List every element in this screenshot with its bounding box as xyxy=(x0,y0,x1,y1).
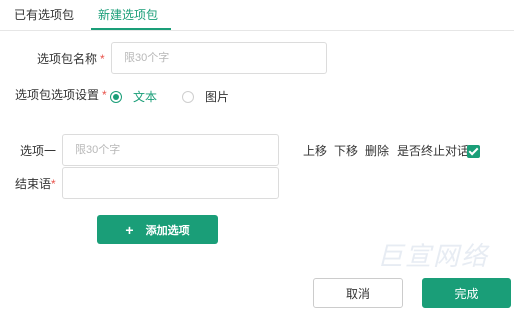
radio-unchecked-icon xyxy=(182,90,194,103)
end-message-input[interactable] xyxy=(62,167,279,199)
end-dialog-checkbox[interactable] xyxy=(467,145,480,158)
option-package-dialog: 已有选项包 新建选项包 选项包名称* 选项包选项设置* 文本 图片 选项一 上移… xyxy=(0,0,514,314)
end-message-label-text: 结束语 xyxy=(15,177,52,191)
package-settings-label: 选项包选项设置 * xyxy=(15,87,107,103)
watermark: 巨宣网络 xyxy=(377,242,490,272)
package-name-label-text: 选项包名称 xyxy=(37,52,98,66)
option-one-input[interactable] xyxy=(62,134,279,166)
cancel-button[interactable]: 取消 xyxy=(313,278,403,308)
add-option-button[interactable]: + 添加选项 xyxy=(97,215,218,244)
package-settings-label-text: 选项包选项设置 xyxy=(15,88,100,102)
move-down-link[interactable]: 下移 xyxy=(334,143,358,159)
end-message-label: 结束语* xyxy=(15,176,56,192)
active-tab-indicator xyxy=(91,28,171,30)
move-up-link[interactable]: 上移 xyxy=(303,143,327,159)
radio-image[interactable]: 图片 xyxy=(182,88,229,105)
radio-text-label: 文本 xyxy=(133,90,158,104)
radio-image-label: 图片 xyxy=(205,90,230,104)
required-mark: * xyxy=(100,52,105,66)
add-option-label: 添加选项 xyxy=(145,224,190,237)
done-button[interactable]: 完成 xyxy=(422,278,511,308)
option-one-label: 选项一 xyxy=(20,144,57,158)
plus-icon: + xyxy=(125,221,134,238)
tab-bar: 已有选项包 新建选项包 xyxy=(0,0,514,31)
radio-checked-icon xyxy=(110,90,122,103)
delete-link[interactable]: 删除 xyxy=(365,143,389,159)
end-dialog-label: 是否终止对话 xyxy=(397,144,470,158)
radio-text[interactable]: 文本 xyxy=(110,88,157,105)
required-mark: * xyxy=(51,177,56,191)
tab-existing-packages[interactable]: 已有选项包 xyxy=(14,6,74,31)
package-name-label: 选项包名称 * xyxy=(37,51,105,67)
package-name-input[interactable] xyxy=(111,42,327,74)
required-mark: * xyxy=(102,88,107,102)
